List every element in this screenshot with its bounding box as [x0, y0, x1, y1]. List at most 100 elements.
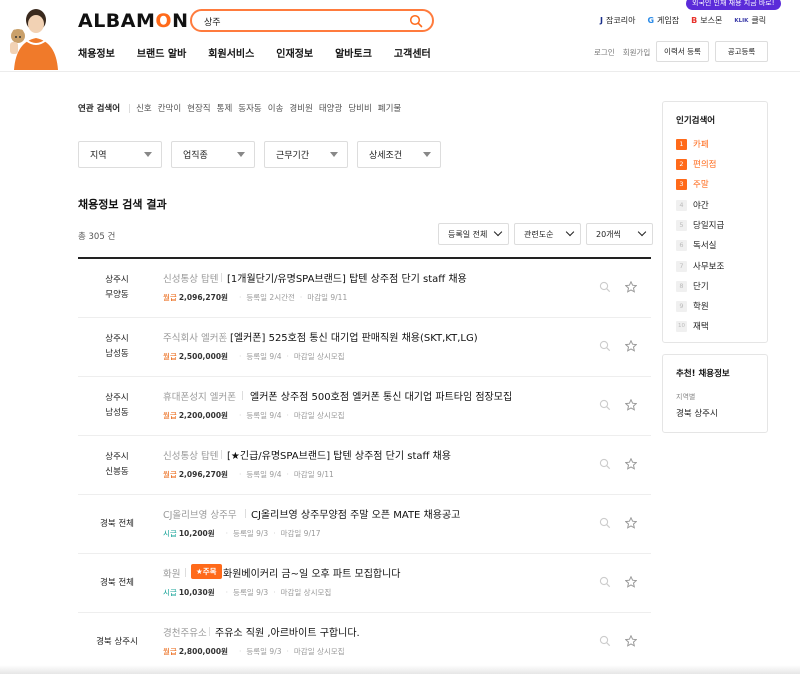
- company-name[interactable]: 신성통상 탑텐: [163, 448, 218, 462]
- job-meta: 월급 2,200,000원 · 등록일 9/4 · 마감일 상시모집: [163, 410, 345, 421]
- preview-search-icon[interactable]: [599, 517, 611, 532]
- star-icon[interactable]: [624, 398, 638, 414]
- sort-reg-date[interactable]: 등록일 전체: [438, 223, 509, 245]
- login-link[interactable]: 로그인: [594, 47, 615, 58]
- preview-search-icon[interactable]: [599, 399, 611, 414]
- sort-relevance[interactable]: 관련도순: [514, 223, 581, 245]
- join-link[interactable]: 회원가입: [623, 47, 651, 58]
- company-name[interactable]: 신성통상 탑텐: [163, 271, 218, 285]
- pay-amount: 2,096,270원: [178, 293, 228, 302]
- job-title[interactable]: 엘커폰 상주점 500호점 엘커폰 통신 대기업 파트타임 점장모집: [250, 388, 512, 403]
- popular-keyword[interactable]: 3 주말: [676, 178, 709, 190]
- company-name[interactable]: 화원: [163, 566, 180, 580]
- albamon-logo[interactable]: ALBAMON: [78, 10, 188, 32]
- site-link-bossmon[interactable]: B 보스몬: [691, 15, 722, 26]
- related-keyword[interactable]: 폐기물: [378, 102, 401, 114]
- reg-date: 등록일 9/4: [246, 470, 282, 479]
- related-keyword[interactable]: 당비비: [348, 102, 371, 114]
- popular-keyword[interactable]: 8 단기: [676, 280, 709, 292]
- company-name[interactable]: 휴대폰성지 엘커폰: [163, 389, 236, 403]
- job-row[interactable]: 상주시 남성동 휴대폰성지 엘커폰 엘커폰 상주점 500호점 엘커폰 통신 대기…: [78, 377, 651, 436]
- job-title[interactable]: 화원베이커리 금~일 오후 파트 모집합니다: [223, 565, 401, 580]
- job-row[interactable]: 경북 전체 화원 ★주목 화원베이커리 금~일 오후 파트 모집합니다 시급 10…: [78, 554, 651, 613]
- job-location: 상주시 남성동: [78, 318, 156, 376]
- popular-keyword[interactable]: 9 학원: [676, 300, 709, 312]
- popular-keyword[interactable]: 10 재택: [676, 320, 709, 332]
- nav-member-service[interactable]: 회원서비스: [208, 45, 254, 60]
- post-register-button[interactable]: 공고등록: [715, 41, 768, 62]
- preview-search-icon[interactable]: [599, 458, 611, 473]
- nav-brand-alba[interactable]: 브랜드 알바: [137, 45, 186, 60]
- job-row[interactable]: 상주시 신봉동 신성통상 탑텐 [★긴급/유명SPA브랜드] 탑텐 상주점 단기 …: [78, 436, 651, 495]
- filter-work-period[interactable]: 근무기간: [264, 141, 348, 168]
- star-icon[interactable]: [624, 634, 638, 650]
- divider: [242, 391, 243, 400]
- star-icon[interactable]: [624, 280, 638, 296]
- foreigner-hiring-promo-badge[interactable]: 외국인 인재 채용 지금 바로!: [686, 0, 781, 10]
- preview-search-icon[interactable]: [599, 635, 611, 650]
- reg-date: 등록일 2시간전: [246, 293, 295, 302]
- preview-search-icon[interactable]: [599, 576, 611, 591]
- job-title[interactable]: [엘커폰] 525호점 통신 대기업 판매직원 채용(SKT,KT,LG): [230, 329, 478, 344]
- dot: ·: [238, 470, 242, 479]
- star-icon[interactable]: [624, 457, 638, 473]
- popular-keyword[interactable]: 6 독서실: [676, 239, 716, 251]
- resume-register-button[interactable]: 이력서 등록: [656, 41, 709, 62]
- preview-search-icon[interactable]: [599, 281, 611, 296]
- site-link-klik[interactable]: KLIK 클릭: [734, 15, 766, 26]
- job-meta: 월급 2,500,000원 · 등록일 9/4 · 마감일 상시모집: [163, 351, 345, 362]
- company-name[interactable]: CJ올리브영 상주무: [163, 507, 237, 521]
- popular-keyword[interactable]: 5 당일지급: [676, 219, 724, 231]
- company-name[interactable]: 경천주유소: [163, 625, 207, 639]
- popular-keyword[interactable]: 1 카페: [676, 138, 709, 150]
- related-keyword[interactable]: 신호: [136, 102, 152, 114]
- due-date: 마감일 9/11: [307, 293, 348, 302]
- star-icon[interactable]: [624, 575, 638, 591]
- related-keyword[interactable]: 현장직: [187, 102, 210, 114]
- sort-label: 관련도순: [524, 229, 554, 239]
- site-link-gamejob[interactable]: G 게임잡: [647, 15, 679, 26]
- search-icon[interactable]: [409, 14, 423, 28]
- popular-keyword[interactable]: 2 편의점: [676, 158, 716, 170]
- divider: [245, 509, 246, 518]
- search-box: [190, 9, 434, 32]
- related-keyword[interactable]: 이송: [268, 102, 284, 114]
- popular-keyword[interactable]: 4 야간: [676, 199, 709, 211]
- job-title[interactable]: [1개월단기/유명SPA브랜드] 탑텐 상주점 단기 staff 채용: [227, 270, 467, 285]
- rank-badge: 5: [676, 219, 687, 231]
- related-keyword[interactable]: 통제: [217, 102, 233, 114]
- search-input[interactable]: [204, 14, 404, 28]
- nav-talent-info[interactable]: 인재정보: [276, 45, 313, 60]
- job-title[interactable]: 주유소 직원 ,아르바이트 구합니다.: [215, 624, 360, 639]
- star-icon[interactable]: [624, 516, 638, 532]
- related-keyword[interactable]: 경비원: [289, 102, 312, 114]
- row-actions: [599, 575, 638, 591]
- preview-search-icon[interactable]: [599, 340, 611, 355]
- related-keyword[interactable]: 태양광: [319, 102, 342, 114]
- related-keyword[interactable]: 칸막이: [158, 102, 181, 114]
- star-icon[interactable]: [624, 339, 638, 355]
- promo-character-image[interactable]: [4, 4, 68, 70]
- nav-job-info[interactable]: 채용정보: [78, 45, 115, 60]
- filter-region[interactable]: 지역: [78, 141, 162, 168]
- nav-alba-talk[interactable]: 알바토크: [335, 45, 372, 60]
- job-row[interactable]: 상주시 남성동 주식회사 엘커폰 [엘커폰] 525호점 통신 대기업 판매직원 …: [78, 318, 651, 377]
- filter-job-type[interactable]: 업직종: [171, 141, 255, 168]
- job-meta: 시급 10,030원 · 등록일 9/3 · 마감일 상시모집: [163, 587, 331, 598]
- popular-keyword[interactable]: 7 사무보조: [676, 260, 724, 272]
- job-title[interactable]: [★긴급/유명SPA브랜드] 탑텐 상주점 단기 staff 채용: [227, 447, 451, 462]
- job-row[interactable]: 경북 상주시 경천주유소 주유소 직원 ,아르바이트 구합니다. 월급 2,800…: [78, 613, 651, 672]
- site-link-jobkorea[interactable]: J 잡코리아: [600, 15, 635, 26]
- rank-badge: 9: [676, 300, 687, 312]
- recommend-region-link[interactable]: 경북 상주시: [676, 407, 718, 419]
- divider: [129, 103, 131, 113]
- dot: ·: [286, 647, 289, 656]
- sort-page-size[interactable]: 20개씩: [586, 223, 653, 245]
- job-title[interactable]: CJ올리브영 상주무양점 주말 오픈 MATE 채용공고: [251, 506, 460, 521]
- filter-detail-conditions[interactable]: 상세조건: [357, 141, 441, 168]
- company-name[interactable]: 주식회사 엘커폰: [163, 330, 227, 344]
- related-keyword[interactable]: 동자동: [238, 102, 261, 114]
- job-row[interactable]: 경북 전체 CJ올리브영 상주무 CJ올리브영 상주무양점 주말 오픈 MATE…: [78, 495, 651, 554]
- nav-customer-center[interactable]: 고객센터: [394, 45, 431, 60]
- job-row[interactable]: 상주시 무양동 신성통상 탑텐 [1개월단기/유명SPA브랜드] 탑텐 상주점 단…: [78, 259, 651, 318]
